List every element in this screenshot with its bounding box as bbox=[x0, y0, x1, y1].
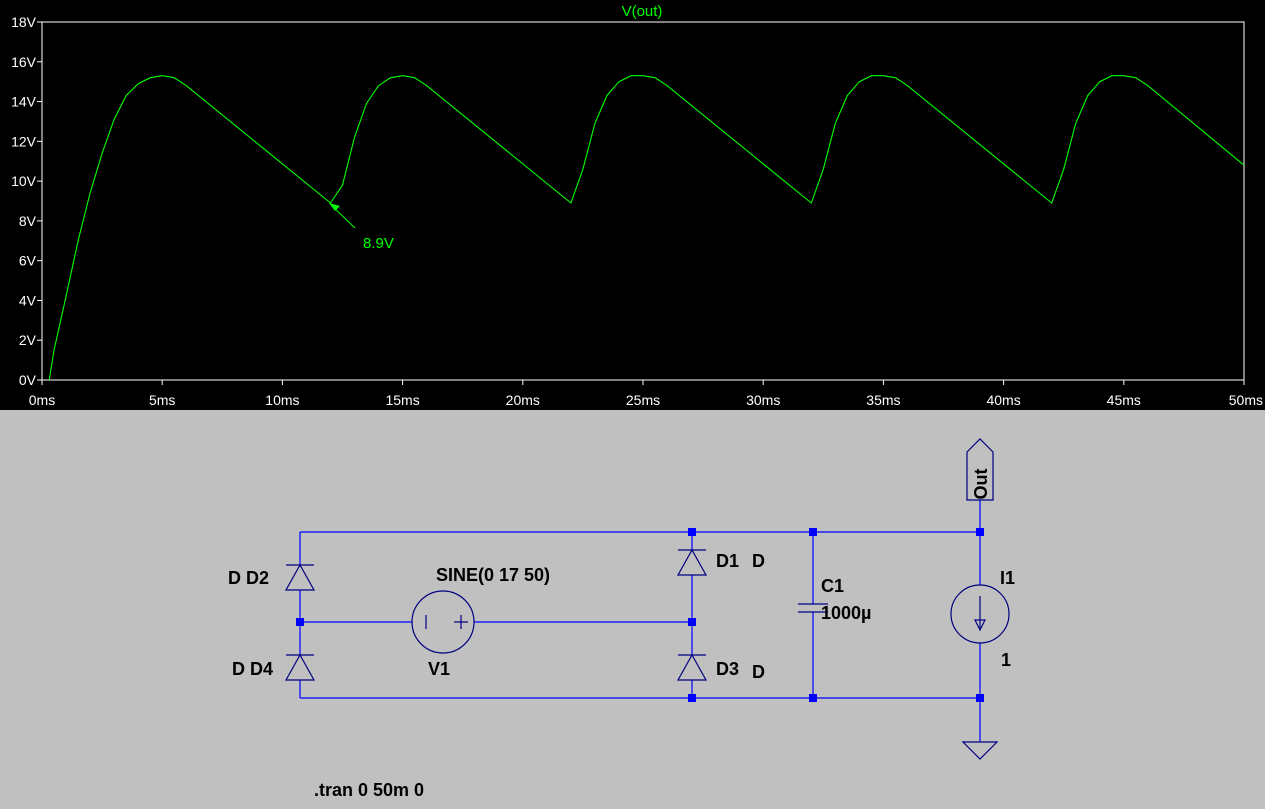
d4-label[interactable]: D D4 bbox=[232, 659, 273, 679]
junctions bbox=[296, 528, 984, 702]
junction-c1-bottom bbox=[809, 694, 817, 702]
x-tick-label: 10ms bbox=[265, 392, 299, 408]
diode-d3-icon bbox=[676, 653, 708, 681]
junction-left-mid bbox=[296, 618, 304, 626]
current-source-name[interactable]: I1 bbox=[1000, 568, 1015, 588]
current-source-i1[interactable] bbox=[950, 584, 1010, 644]
junction-d3-bottom bbox=[688, 694, 696, 702]
cursor-arrow-icon bbox=[329, 203, 340, 211]
d1-model[interactable]: D bbox=[752, 551, 765, 571]
source-name[interactable]: V1 bbox=[428, 659, 450, 679]
diode-d3[interactable] bbox=[676, 653, 708, 681]
x-tick-label: 15ms bbox=[385, 392, 419, 408]
cursor-label: 8.9V bbox=[363, 235, 394, 252]
y-tick-label: 4V bbox=[19, 292, 37, 308]
net-label-out[interactable]: Out bbox=[966, 438, 994, 501]
x-tick-label: 45ms bbox=[1107, 392, 1141, 408]
d2-label[interactable]: D D2 bbox=[228, 568, 269, 588]
x-tick-label: 0ms bbox=[29, 392, 55, 408]
diode-d4-icon bbox=[284, 653, 316, 681]
junction-i1-bottom bbox=[976, 694, 984, 702]
junction-d1-top bbox=[688, 528, 696, 536]
x-tick-label: 40ms bbox=[986, 392, 1020, 408]
vout-trace[interactable] bbox=[48, 75, 1245, 381]
ground-symbol[interactable] bbox=[961, 741, 999, 760]
trace-title[interactable]: V(out) bbox=[622, 3, 663, 20]
diode-d2-icon bbox=[284, 563, 316, 591]
diode-d4[interactable] bbox=[284, 653, 316, 681]
junction-i1-top bbox=[976, 528, 984, 536]
x-tick-label: 25ms bbox=[626, 392, 660, 408]
y-tick-label: 14V bbox=[11, 94, 37, 110]
wires bbox=[299, 500, 981, 742]
y-axis: 0V 2V 4V 6V 8V 10V 12V 14V 16V 18V bbox=[11, 14, 42, 388]
junction-right-mid bbox=[688, 618, 696, 626]
d3-label[interactable]: D3 bbox=[716, 659, 739, 679]
y-tick-label: 10V bbox=[11, 173, 37, 189]
x-tick-label: 20ms bbox=[506, 392, 540, 408]
schematic-editor[interactable]: Out D D2 D D4 D1 D D3 D SINE(0 17 50) V1… bbox=[0, 410, 1265, 809]
x-axis: 0ms 5ms 10ms 15ms 20ms 25ms 30ms 35ms 40ms 45ms 50… bbox=[29, 380, 1263, 408]
d3-model[interactable]: D bbox=[752, 662, 765, 682]
y-tick-label: 8V bbox=[19, 213, 37, 229]
y-tick-label: 6V bbox=[19, 253, 37, 269]
voltage-source-v1[interactable] bbox=[411, 590, 475, 654]
x-tick-label: 35ms bbox=[866, 392, 900, 408]
x-tick-label: 50ms bbox=[1229, 392, 1263, 408]
y-tick-label: 12V bbox=[11, 133, 37, 149]
schematic-canvas[interactable]: Out D D2 D D4 D1 D D3 D SINE(0 17 50) V1… bbox=[0, 410, 1265, 809]
x-tick-label: 5ms bbox=[149, 392, 175, 408]
junction-c1-top bbox=[809, 528, 817, 536]
y-tick-label: 0V bbox=[19, 372, 37, 388]
ground-icon bbox=[961, 741, 999, 760]
waveform-viewer[interactable]: V(out) 0V 2V 4V 6V 8V 10V 12V 14V 16V 18V 0ms 5ms 1… bbox=[0, 0, 1265, 410]
net-label-text: Out bbox=[971, 469, 991, 500]
y-tick-label: 2V bbox=[19, 332, 37, 348]
x-tick-label: 30ms bbox=[746, 392, 780, 408]
diode-d1-icon bbox=[676, 548, 708, 576]
d1-label[interactable]: D1 bbox=[716, 551, 739, 571]
diode-d2[interactable] bbox=[284, 563, 316, 591]
capacitor-value[interactable]: 1000µ bbox=[821, 603, 871, 623]
spice-directive[interactable]: .tran 0 50m 0 bbox=[314, 780, 424, 800]
diode-d1[interactable] bbox=[676, 548, 708, 576]
y-tick-label: 18V bbox=[11, 14, 37, 30]
source-value[interactable]: SINE(0 17 50) bbox=[436, 565, 550, 585]
y-tick-label: 16V bbox=[11, 54, 37, 70]
capacitor-name[interactable]: C1 bbox=[821, 576, 844, 596]
current-source-value[interactable]: 1 bbox=[1001, 650, 1011, 670]
waveform-plot[interactable]: V(out) 0V 2V 4V 6V 8V 10V 12V 14V 16V 18V 0ms 5ms 1… bbox=[0, 0, 1265, 410]
